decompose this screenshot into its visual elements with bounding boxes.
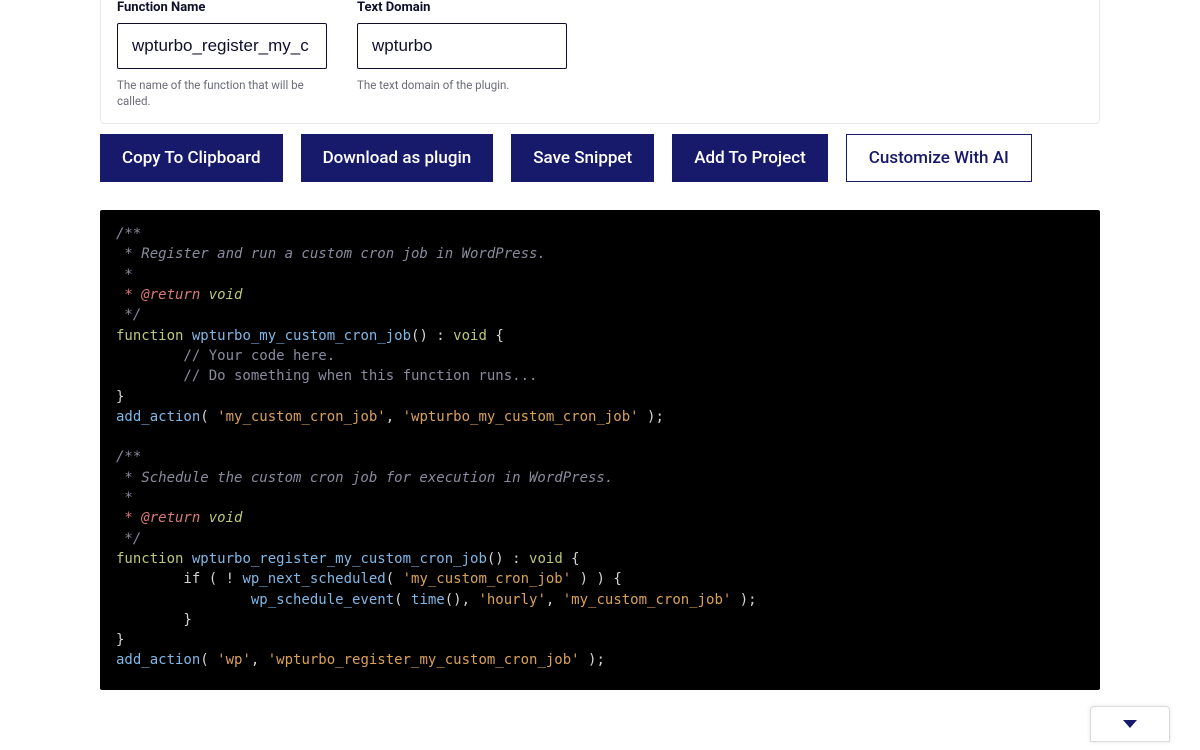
code-text: * bbox=[116, 490, 133, 506]
code-text: wp_schedule_event bbox=[251, 592, 394, 608]
add-to-project-button[interactable]: Add To Project bbox=[672, 134, 828, 182]
code-text: ) ) { bbox=[571, 571, 622, 587]
save-snippet-button[interactable]: Save Snippet bbox=[511, 134, 654, 182]
code-text: 'my_custom_cron_job' bbox=[403, 571, 572, 587]
code-text: 'wpturbo_my_custom_cron_job' bbox=[403, 409, 639, 425]
code-text: void bbox=[200, 287, 242, 303]
code-text: /** bbox=[116, 226, 141, 242]
code-text: 'wpturbo_register_my_custom_cron_job' bbox=[268, 652, 580, 668]
code-text: 'my_custom_cron_job' bbox=[217, 409, 386, 425]
code-text: // Your code here. bbox=[116, 348, 335, 364]
download-as-plugin-button[interactable]: Download as plugin bbox=[301, 134, 494, 182]
code-text: add_action bbox=[116, 409, 200, 425]
code-text: void bbox=[200, 510, 242, 526]
code-text: time bbox=[411, 592, 445, 608]
code-text: 'my_custom_cron_job' bbox=[563, 592, 732, 608]
code-text: wpturbo_register_my_custom_cron_job bbox=[183, 551, 486, 567]
code-text: void bbox=[529, 551, 563, 567]
code-text: // Do something when this function runs.… bbox=[116, 368, 537, 384]
code-text: ); bbox=[639, 409, 664, 425]
code-text: /** bbox=[116, 449, 141, 465]
code-text: wpturbo_my_custom_cron_job bbox=[183, 328, 411, 344]
code-text: } bbox=[116, 632, 124, 648]
code-text: () : bbox=[411, 328, 453, 344]
chevron-down-icon bbox=[1123, 720, 1137, 728]
function-name-input[interactable] bbox=[117, 23, 327, 69]
function-name-help: The name of the function that will be ca… bbox=[117, 77, 327, 109]
function-name-label: Function Name bbox=[117, 0, 327, 15]
code-text: ); bbox=[731, 592, 756, 608]
code-text: * @return bbox=[116, 510, 200, 526]
code-text: ( bbox=[386, 571, 403, 587]
copy-to-clipboard-button[interactable]: Copy To Clipboard bbox=[100, 134, 283, 182]
code-text: , bbox=[251, 652, 268, 668]
code-text: * bbox=[116, 267, 133, 283]
code-text: add_action bbox=[116, 652, 200, 668]
form-row: Function Name The name of the function t… bbox=[117, 0, 1083, 109]
code-panel: /** * Register and run a custom cron job… bbox=[100, 210, 1100, 690]
code-text: */ bbox=[116, 307, 141, 323]
text-domain-help: The text domain of the plugin. bbox=[357, 77, 567, 93]
code-text: ( bbox=[200, 652, 217, 668]
code-text: } bbox=[116, 389, 124, 405]
code-text: (), bbox=[445, 592, 479, 608]
field-text-domain: Text Domain The text domain of the plugi… bbox=[357, 0, 567, 109]
code-text: { bbox=[487, 328, 504, 344]
code-text: , bbox=[546, 592, 563, 608]
code-text: function bbox=[116, 551, 183, 567]
code-text: * Schedule the custom cron job for execu… bbox=[116, 470, 613, 486]
code-text: */ bbox=[116, 531, 141, 547]
code-text: void bbox=[453, 328, 487, 344]
code-text: function bbox=[116, 328, 183, 344]
form-card: Function Name The name of the function t… bbox=[100, 0, 1100, 124]
code-text: ( bbox=[394, 592, 411, 608]
code-text: 'wp' bbox=[217, 652, 251, 668]
code-text: wp_next_scheduled bbox=[242, 571, 385, 587]
code-text: } bbox=[116, 612, 192, 628]
code-text bbox=[116, 592, 251, 608]
code-text: , bbox=[386, 409, 403, 425]
text-domain-label: Text Domain bbox=[357, 0, 567, 15]
code-text: 'hourly' bbox=[478, 592, 545, 608]
customize-with-ai-button[interactable]: Customize With AI bbox=[846, 134, 1032, 182]
text-domain-input[interactable] bbox=[357, 23, 567, 69]
code-text: * @return bbox=[116, 287, 200, 303]
code-text: { bbox=[563, 551, 580, 567]
dropdown-widget[interactable] bbox=[1090, 706, 1170, 742]
button-row: Copy To Clipboard Download as plugin Sav… bbox=[100, 134, 1100, 182]
code-text: * Register and run a custom cron job in … bbox=[116, 246, 546, 262]
code-text: () : bbox=[487, 551, 529, 567]
code-text: ( bbox=[200, 409, 217, 425]
code-text: ); bbox=[580, 652, 605, 668]
field-function-name: Function Name The name of the function t… bbox=[117, 0, 327, 109]
code-text: if ( ! bbox=[116, 571, 242, 587]
